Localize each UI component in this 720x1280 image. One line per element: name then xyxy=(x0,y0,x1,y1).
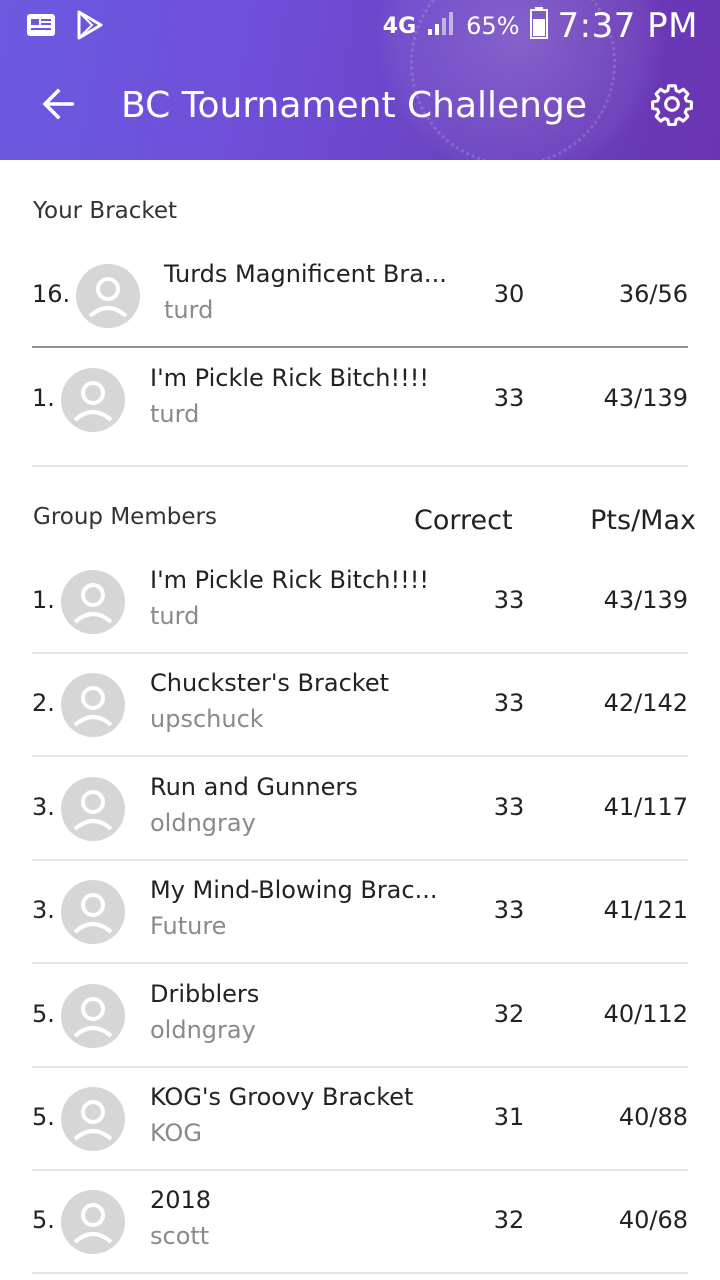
settings-button[interactable] xyxy=(646,80,698,132)
rank: 5. xyxy=(32,1103,55,1131)
back-button[interactable] xyxy=(34,82,82,130)
avatar xyxy=(61,984,125,1048)
points-max: 43/139 xyxy=(603,586,688,614)
group-member-row[interactable]: 1. I'm Pickle Rick Bitch!!!! turd 33 43/139 xyxy=(0,552,720,652)
rank: 2. xyxy=(32,689,55,717)
bracket-owner: turd xyxy=(164,296,214,324)
page-title: BC Tournament Challenge xyxy=(121,85,587,126)
divider xyxy=(32,465,688,467)
your-bracket-label: Your Bracket xyxy=(33,198,178,224)
points-max: 40/68 xyxy=(618,1206,688,1234)
correct-count: 33 xyxy=(493,793,525,821)
rank: 5. xyxy=(32,1000,55,1028)
battery-icon xyxy=(529,6,548,46)
signal-strength-icon xyxy=(426,9,456,44)
points-max: 41/121 xyxy=(603,896,688,924)
points-max: 36/56 xyxy=(618,280,688,308)
points-max: 40/112 xyxy=(603,1000,688,1028)
group-members-label: Group Members xyxy=(33,504,217,530)
correct-count: 32 xyxy=(493,1206,525,1234)
your-bracket-row[interactable]: 1. I'm Pickle Rick Bitch!!!! turd 33 43/… xyxy=(0,350,720,450)
bracket-name: My Mind-Blowing Brac... xyxy=(150,876,438,904)
correct-count: 32 xyxy=(493,1000,525,1028)
divider xyxy=(32,962,688,964)
divider xyxy=(32,346,688,348)
correct-count: 31 xyxy=(493,1103,525,1131)
rank: 3. xyxy=(32,896,55,924)
bracket-name: 2018 xyxy=(150,1186,212,1214)
news-notification-icon xyxy=(26,13,56,41)
bracket-name: Chuckster's Bracket xyxy=(150,669,390,697)
avatar xyxy=(61,570,125,634)
rank: 5. xyxy=(32,1206,55,1234)
network-type-label: 4G xyxy=(382,13,417,39)
group-member-row[interactable]: 5. 2018 scott 32 40/68 xyxy=(0,1172,720,1272)
rank: 1. xyxy=(32,586,55,614)
correct-count: 33 xyxy=(493,586,525,614)
bracket-owner: turd xyxy=(150,400,200,428)
group-member-row[interactable]: 5. Dribblers oldngray 32 40/112 xyxy=(0,966,720,1066)
bracket-owner: oldngray xyxy=(150,1016,256,1044)
correct-count: 33 xyxy=(493,689,525,717)
bracket-name: Turds Magnificent Bra... xyxy=(164,260,447,288)
your-bracket-row[interactable]: 16. Turds Magnificent Bra... turd 30 36/… xyxy=(0,246,720,346)
points-max: 40/88 xyxy=(618,1103,688,1131)
status-bar: 4G 65% 7:37 PM xyxy=(0,0,720,52)
bracket-owner: KOG xyxy=(150,1119,202,1147)
bracket-name: Dribblers xyxy=(150,980,260,1008)
group-member-row[interactable]: 5. KOG's Groovy Bracket KOG 31 40/88 xyxy=(0,1069,720,1169)
avatar xyxy=(61,673,125,737)
avatar xyxy=(61,880,125,944)
correct-count: 33 xyxy=(493,896,525,924)
battery-percent: 65% xyxy=(466,12,520,40)
avatar xyxy=(61,1087,125,1151)
divider xyxy=(32,1169,688,1171)
avatar xyxy=(61,777,125,841)
group-member-row[interactable]: 3. My Mind-Blowing Brac... Future 33 41/121 xyxy=(0,862,720,962)
divider xyxy=(32,859,688,861)
bracket-owner: turd xyxy=(150,602,200,630)
bracket-owner: scott xyxy=(150,1222,210,1250)
column-header-pts-max: Pts/Max xyxy=(590,505,696,536)
avatar xyxy=(61,1190,125,1254)
avatar xyxy=(76,264,140,328)
points-max: 43/139 xyxy=(603,384,688,412)
group-member-row[interactable]: 2. Chuckster's Bracket upschuck 33 42/142 xyxy=(0,655,720,755)
header: 4G 65% 7:37 PM BC Tournament Challenge xyxy=(0,0,720,160)
divider xyxy=(32,755,688,757)
points-max: 41/117 xyxy=(603,793,688,821)
bracket-name: I'm Pickle Rick Bitch!!!! xyxy=(150,566,429,594)
clock: 7:37 PM xyxy=(557,6,698,46)
bracket-name: I'm Pickle Rick Bitch!!!! xyxy=(150,364,429,392)
bracket-owner: upschuck xyxy=(150,705,264,733)
correct-count: 33 xyxy=(493,384,525,412)
divider xyxy=(32,652,688,654)
play-store-notification-icon xyxy=(76,10,104,44)
bracket-owner: oldngray xyxy=(150,809,256,837)
divider xyxy=(32,1066,688,1068)
gear-icon xyxy=(649,81,695,131)
arrow-left-icon xyxy=(40,86,76,126)
rank: 16. xyxy=(32,280,71,308)
rank: 3. xyxy=(32,793,55,821)
correct-count: 30 xyxy=(493,280,525,308)
avatar xyxy=(61,368,125,432)
app-bar: BC Tournament Challenge xyxy=(0,62,720,152)
column-header-correct: Correct xyxy=(414,505,513,536)
bracket-owner: Future xyxy=(150,912,227,940)
bracket-name: Run and Gunners xyxy=(150,773,358,801)
group-member-row[interactable]: 3. Run and Gunners oldngray 33 41/117 xyxy=(0,759,720,859)
points-max: 42/142 xyxy=(603,689,688,717)
rank: 1. xyxy=(32,384,55,412)
bracket-name: KOG's Groovy Bracket xyxy=(150,1083,414,1111)
divider xyxy=(32,1272,688,1274)
